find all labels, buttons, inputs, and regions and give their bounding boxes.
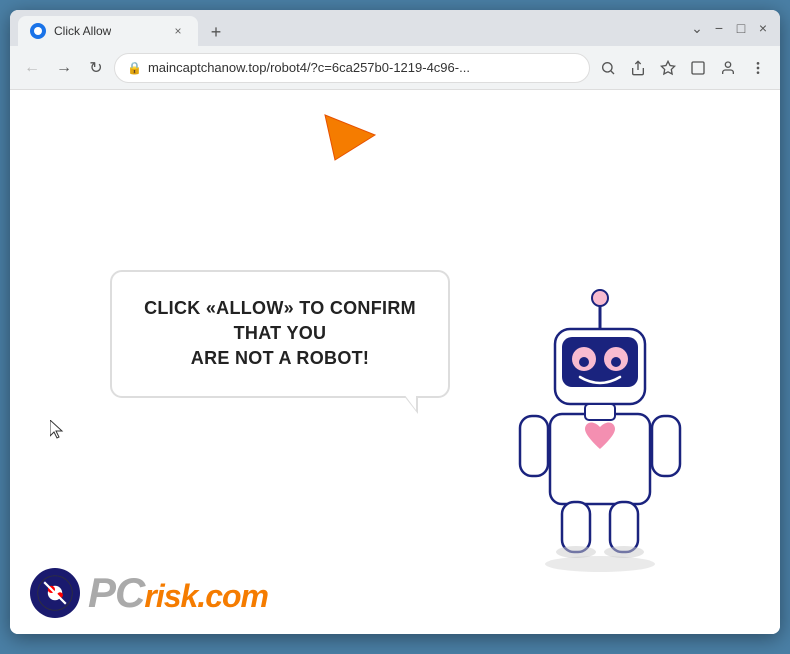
- tab-close-button[interactable]: ×: [170, 23, 186, 39]
- share-button[interactable]: [624, 54, 652, 82]
- pcrisk-text: PCrisk.com: [88, 569, 268, 617]
- pcrisk-domain: risk.com: [144, 578, 268, 614]
- pcrisk-pc: PC: [88, 569, 144, 616]
- bubble-text-line1: CLICK «ALLOW» TO CONFIRM THAT YOU: [140, 296, 420, 346]
- toolbar: ← → ↻ 🔒 maincaptchanow.top/robot4/?c=6ca…: [10, 46, 780, 90]
- tab-favicon: [30, 23, 46, 39]
- search-button[interactable]: [594, 54, 622, 82]
- back-button[interactable]: ←: [18, 54, 46, 82]
- close-button[interactable]: ×: [754, 19, 772, 37]
- bookmark-button[interactable]: [654, 54, 682, 82]
- address-text: maincaptchanow.top/robot4/?c=6ca257b0-12…: [148, 60, 577, 75]
- pcrisk-logo: PCrisk.com: [30, 568, 268, 618]
- tab-title: Click Allow: [54, 24, 111, 38]
- arrow-pointer: [320, 100, 400, 185]
- new-tab-button[interactable]: +: [202, 18, 230, 46]
- tab-strip-button[interactable]: [684, 54, 712, 82]
- reload-button[interactable]: ↻: [82, 54, 110, 82]
- window-controls: ⌄ − □ ×: [688, 19, 772, 37]
- address-bar[interactable]: 🔒 maincaptchanow.top/robot4/?c=6ca257b0-…: [114, 53, 590, 83]
- bubble-text-line2: ARE NOT A ROBOT!: [140, 346, 420, 371]
- menu-button[interactable]: [744, 54, 772, 82]
- title-bar: Click Allow × + ⌄ − □ ×: [10, 10, 780, 46]
- active-tab[interactable]: Click Allow ×: [18, 16, 198, 46]
- account-button[interactable]: [714, 54, 742, 82]
- browser-window: Click Allow × + ⌄ − □ × ← → ↻ 🔒 maincapt…: [10, 10, 780, 634]
- speech-bubble: CLICK «ALLOW» TO CONFIRM THAT YOU ARE NO…: [110, 270, 450, 398]
- mouse-cursor: [50, 420, 66, 440]
- window-chevron-button[interactable]: ⌄: [688, 19, 706, 37]
- lock-icon: 🔒: [127, 61, 142, 75]
- tab-area: Click Allow × +: [18, 10, 684, 46]
- toolbar-actions: [594, 54, 772, 82]
- robot-image: [500, 274, 700, 554]
- minimize-button[interactable]: −: [710, 19, 728, 37]
- forward-button[interactable]: →: [50, 54, 78, 82]
- page-content: CLICK «ALLOW» TO CONFIRM THAT YOU ARE NO…: [10, 90, 780, 634]
- maximize-button[interactable]: □: [732, 19, 750, 37]
- pcrisk-icon: [30, 568, 80, 618]
